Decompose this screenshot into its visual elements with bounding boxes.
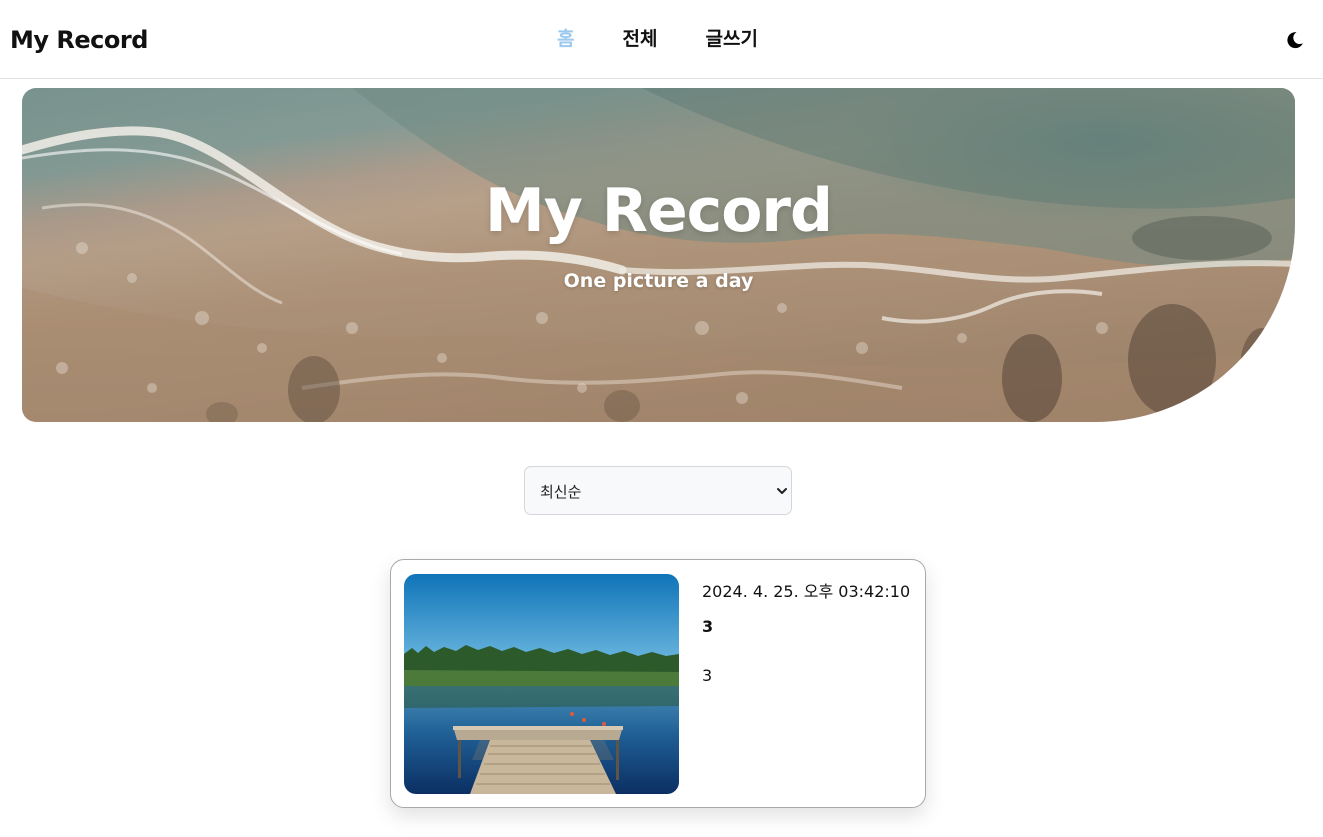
nav-home-link[interactable]: 홈 xyxy=(557,24,574,51)
main-nav: 홈 전체 글쓰기 xyxy=(0,24,1323,51)
sort-select[interactable]: 최신순 xyxy=(524,466,792,515)
top-navbar: My Record 홈 전체 글쓰기 xyxy=(0,0,1323,79)
post-body: 3 xyxy=(702,666,713,685)
moon-icon xyxy=(1287,32,1303,49)
hero-banner: My Record One picture a day xyxy=(22,88,1295,422)
post-date: 2024. 4. 25. 오후 03:42:10 xyxy=(702,582,911,601)
sort-select-value: 최신순 xyxy=(540,483,582,501)
chevron-down-icon xyxy=(777,488,787,494)
hero-title: My Record xyxy=(485,176,833,246)
nav-write-link[interactable]: 글쓰기 xyxy=(706,24,758,51)
post-title: 3 xyxy=(702,617,714,636)
post-card[interactable]: 2024. 4. 25. 오후 03:42:10 3 3 xyxy=(390,559,926,808)
hero-subtitle: One picture a day xyxy=(563,270,754,292)
theme-toggle-button[interactable] xyxy=(1285,30,1305,50)
nav-all-link[interactable]: 전체 xyxy=(623,24,658,51)
post-thumbnail[interactable] xyxy=(404,574,679,794)
brand-logo[interactable]: My Record xyxy=(10,26,148,54)
beach-waves-image xyxy=(22,88,1295,422)
lake-dock-photo xyxy=(404,574,679,794)
